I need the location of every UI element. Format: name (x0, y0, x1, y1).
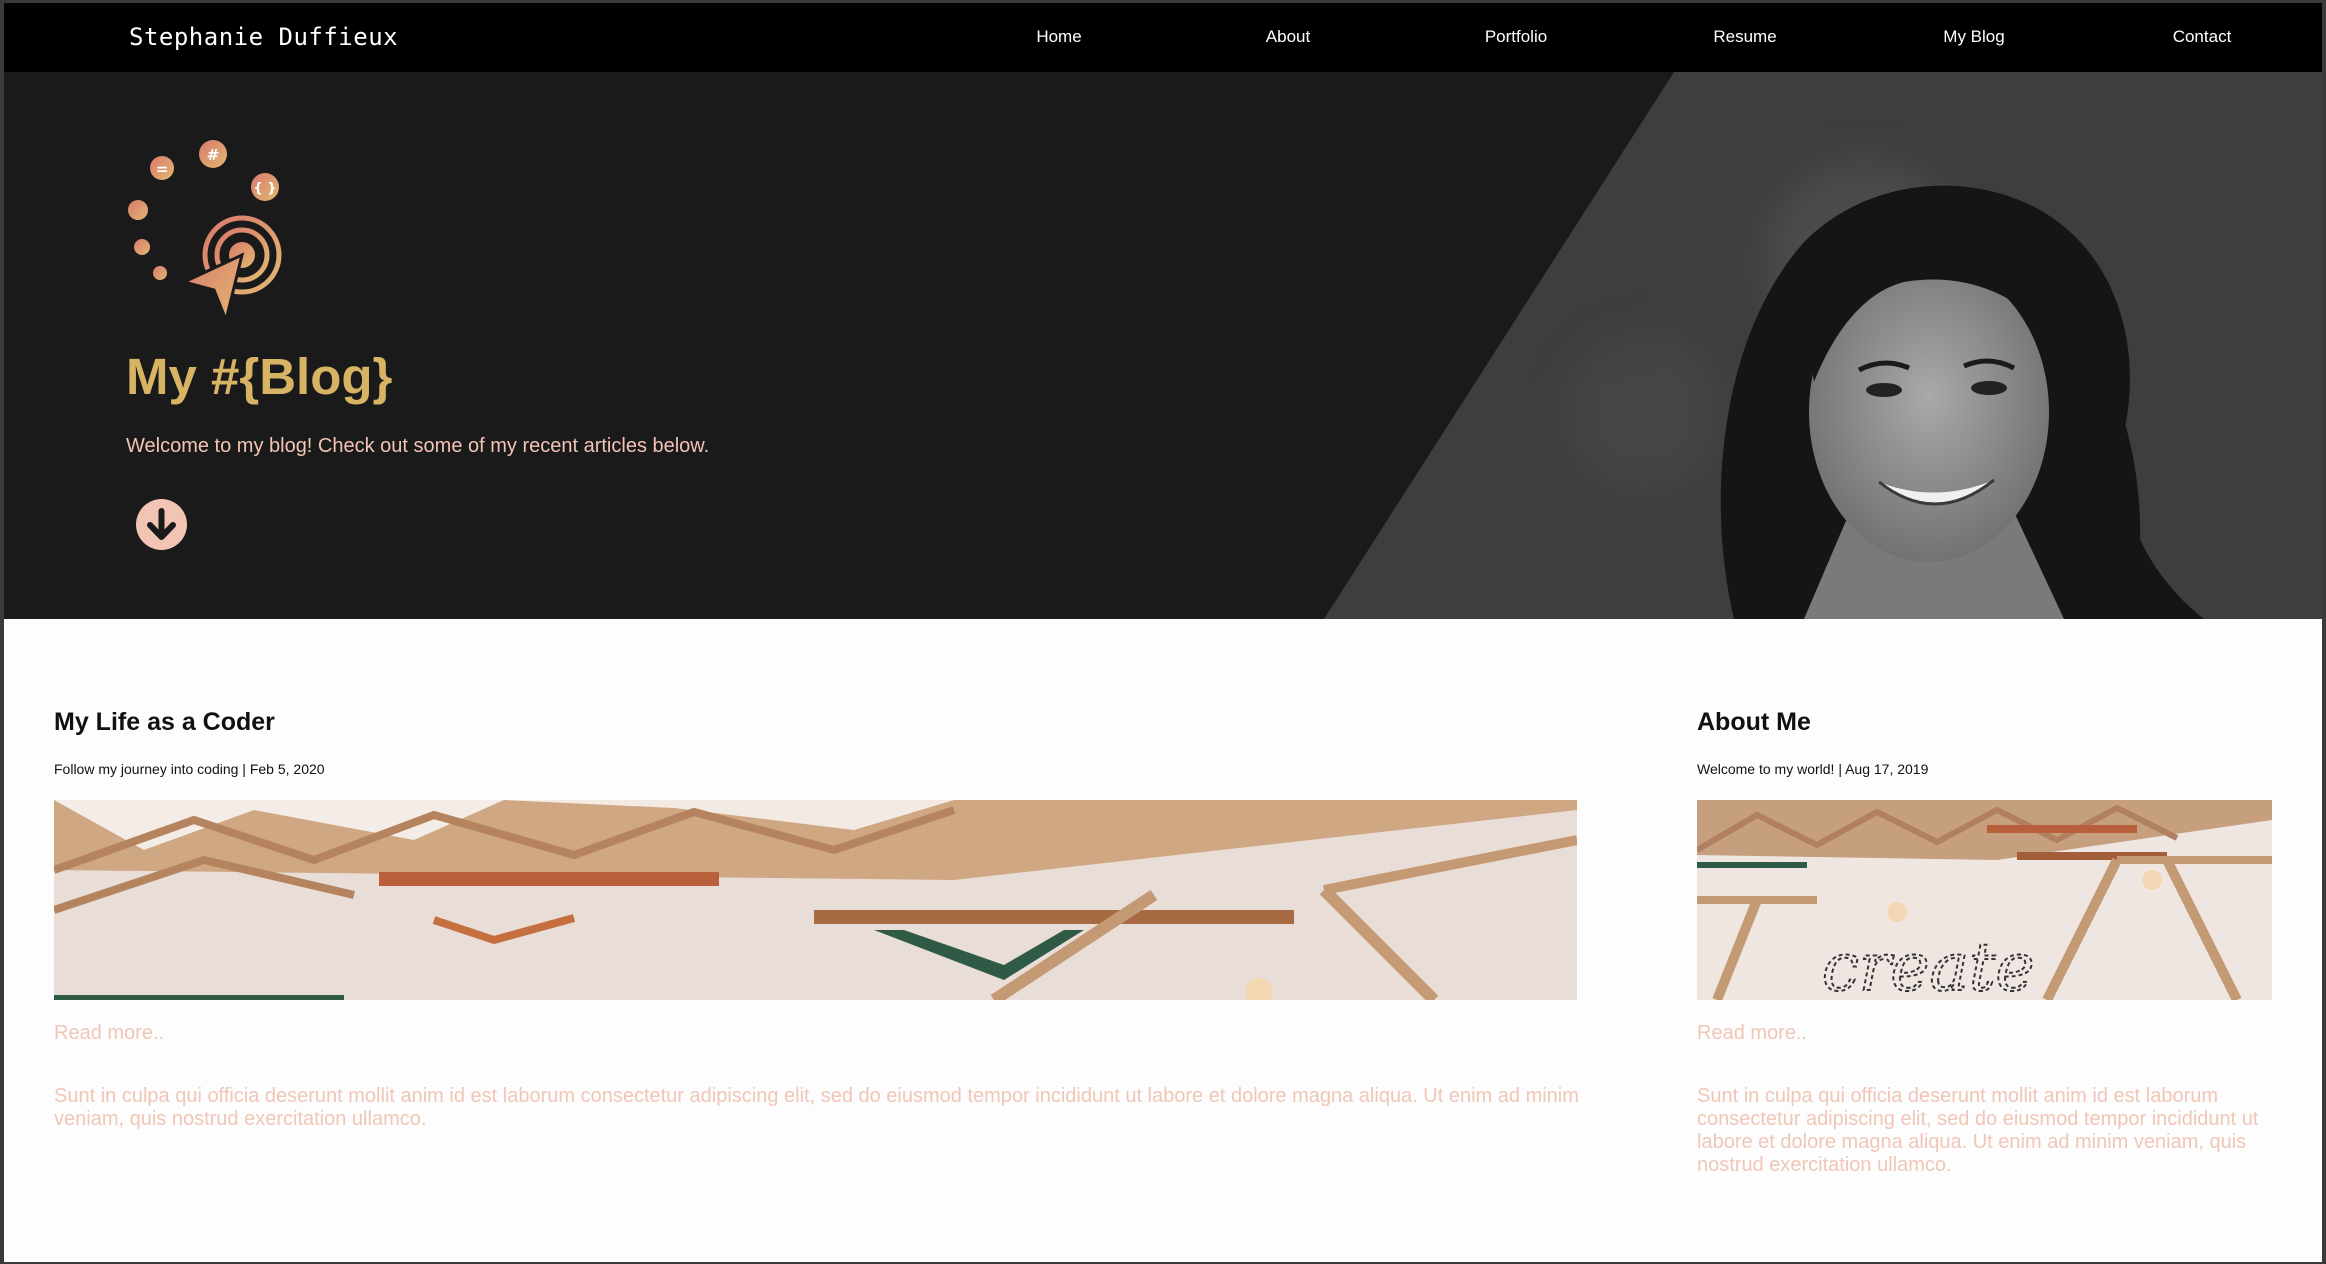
nav-item-resume[interactable]: Resume (1713, 27, 1776, 47)
nav-item-home[interactable]: Home (1036, 27, 1081, 47)
nav-item-about[interactable]: About (1266, 27, 1310, 47)
page: Stephanie Duffieux Home About Portfolio … (4, 3, 2322, 1262)
top-nav: Stephanie Duffieux Home About Portfolio … (4, 3, 2322, 72)
arrow-down-icon (147, 508, 176, 540)
post-title[interactable]: My Life as a Coder (54, 708, 275, 737)
nav-item-my-blog[interactable]: My Blog (1943, 27, 2004, 47)
post-image[interactable]: create (1697, 800, 2272, 1000)
post-meta: Welcome to my world! | Aug 17, 2019 (1697, 761, 1929, 777)
post-title[interactable]: About Me (1697, 708, 1811, 737)
profile-photo (1324, 72, 2322, 619)
read-more-link[interactable]: Read more.. (54, 1022, 164, 1045)
svg-text:{ }: { } (253, 181, 276, 196)
read-more-link[interactable]: Read more.. (1697, 1022, 1807, 1045)
post-image[interactable] (54, 800, 1577, 1000)
page-title: My #{Blog} (126, 348, 393, 405)
scroll-down-button[interactable] (136, 499, 187, 550)
post-excerpt: Sunt in culpa qui officia deserunt molli… (54, 1085, 1579, 1130)
create-sign-text: create (1822, 929, 2035, 1000)
nav-item-portfolio[interactable]: Portfolio (1485, 27, 1547, 47)
hero-subtitle: Welcome to my blog! Check out some of my… (126, 435, 710, 457)
post-meta: Follow my journey into coding | Feb 5, 2… (54, 761, 325, 777)
nav-item-contact[interactable]: Contact (2173, 27, 2232, 47)
svg-text:=: = (156, 160, 169, 178)
hero-section: = # { } My #{Blog} Welcome to my blog! C… (4, 72, 2322, 619)
coder-logo-icon: = # { } (128, 140, 282, 325)
svg-text:#: # (207, 146, 220, 164)
site-brand[interactable]: Stephanie Duffieux (129, 23, 398, 51)
post-excerpt: Sunt in culpa qui officia deserunt molli… (1697, 1085, 2259, 1176)
